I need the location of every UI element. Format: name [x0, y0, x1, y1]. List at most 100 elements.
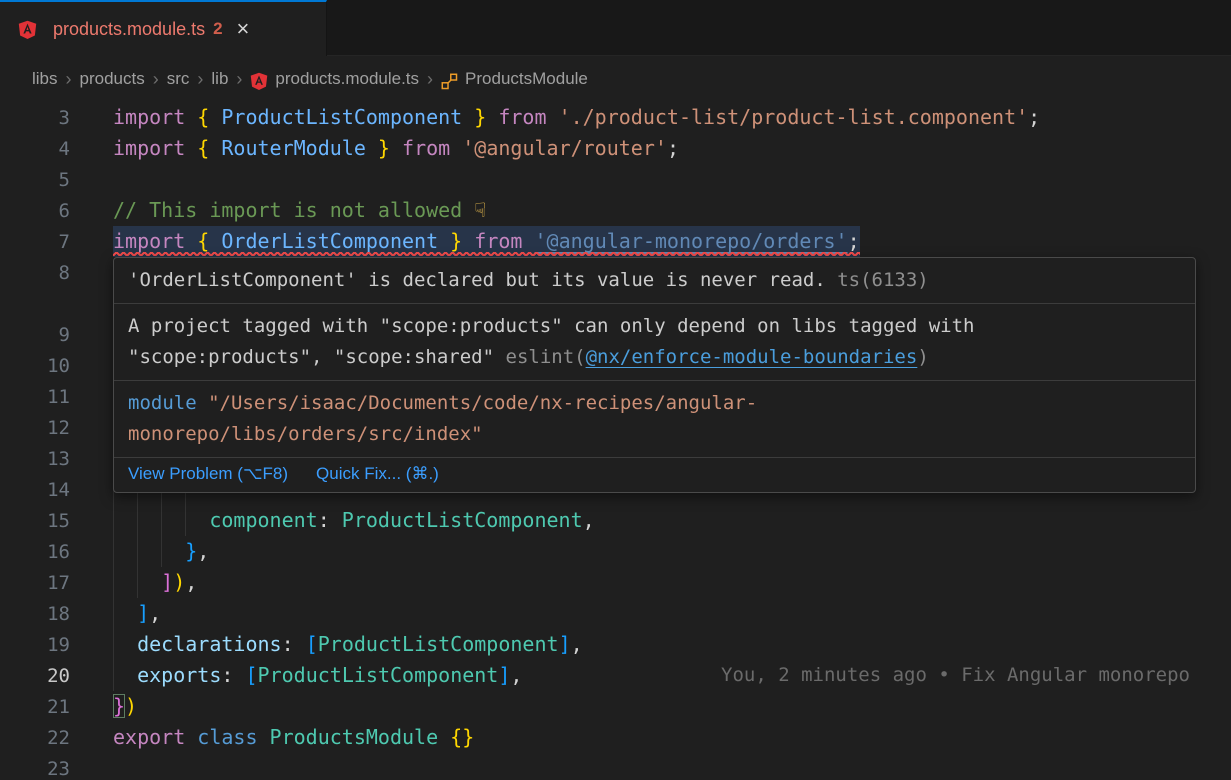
line-content: [113, 164, 1231, 195]
code-token: ,: [185, 570, 197, 594]
code-token: }: [366, 136, 390, 160]
tab-error-count-badge: 2: [213, 19, 222, 39]
breadcrumb-item-libs[interactable]: libs: [32, 69, 58, 89]
quick-fix-action[interactable]: Quick Fix... (⌘.): [316, 464, 439, 484]
code-token: :: [221, 663, 245, 687]
indent-guide: [113, 660, 114, 691]
code-line-6: 6 // This import is not allowed ☟: [0, 195, 1231, 226]
indent-guide: [113, 536, 114, 567]
module-path-line2: monorepo/libs/orders/src/index": [128, 423, 483, 445]
line-number: 6: [0, 200, 70, 222]
line-number: 22: [0, 727, 70, 749]
indentation: [113, 601, 137, 625]
code-token: {}: [450, 725, 474, 749]
diagnostic-eslint-line1: A project tagged with "scope:products" c…: [128, 315, 974, 337]
code-token: class: [197, 725, 269, 749]
tab-bar: products.module.ts 2 ×: [0, 0, 1231, 56]
breadcrumb-item-lib[interactable]: lib: [211, 69, 228, 89]
breadcrumb-item-products[interactable]: products: [80, 69, 145, 89]
vscode-window: products.module.ts 2 × libs›products›src…: [0, 0, 1231, 780]
indent-guide: [161, 536, 162, 567]
breadcrumb-separator: ›: [419, 69, 441, 90]
code-line-16: 16 },: [0, 536, 1231, 567]
code-token: }: [185, 539, 197, 563]
code-token: from: [462, 229, 534, 253]
code-line-21: 21}): [0, 691, 1231, 722]
line-number: 4: [0, 138, 70, 160]
line-content: exports: [ProductListComponent],You, 2 m…: [113, 660, 1231, 691]
indent-guide: [137, 536, 138, 567]
line-number: 10: [0, 355, 70, 377]
code-token: }: [113, 694, 125, 718]
diagnostic-eslint: A project tagged with "scope:products" c…: [114, 304, 1195, 380]
code-token: ☟: [474, 198, 486, 222]
editor[interactable]: 3import { ProductListComponent } from '.…: [0, 102, 1231, 780]
code-token: ,: [510, 663, 522, 687]
code-token: from: [486, 105, 558, 129]
code-token: ,: [571, 632, 583, 656]
code-line-5: 5: [0, 164, 1231, 195]
line-number: 14: [0, 479, 70, 501]
line-number: 16: [0, 541, 70, 563]
diagnostic-ts: 'OrderListComponent' is declared but its…: [114, 258, 1195, 303]
line-content: export class ProductsModule {}: [113, 722, 1231, 753]
breadcrumb-separator: ›: [145, 69, 167, 90]
code-token: ,: [149, 601, 161, 625]
eslint-rule-link[interactable]: @nx/enforce-module-boundaries: [586, 346, 918, 368]
indentation: [113, 632, 137, 656]
view-problem-action[interactable]: View Problem (⌥F8): [128, 464, 288, 484]
code-token: {: [197, 105, 221, 129]
breadcrumb-item-src[interactable]: src: [167, 69, 190, 89]
breadcrumb-item-products.module.ts[interactable]: products.module.ts: [275, 69, 419, 89]
line-number: 9: [0, 324, 70, 346]
indent-guide: [161, 505, 162, 536]
code-line-15: 15 component: ProductListComponent,: [0, 505, 1231, 536]
line-content: declarations: [ProductListComponent],: [113, 629, 1231, 660]
code-token: RouterModule: [221, 136, 366, 160]
line-content: ],: [113, 598, 1231, 629]
indent-guide: [113, 598, 114, 629]
indentation: [113, 539, 185, 563]
error-squiggle: [113, 252, 860, 256]
code-token: './product-list/product-list.component': [559, 105, 1029, 129]
tab-title: products.module.ts: [53, 19, 205, 40]
class-icon: [441, 73, 458, 90]
code-token: }: [462, 105, 486, 129]
indent-guide: [113, 629, 114, 660]
hover-actions: View Problem (⌥F8) Quick Fix... (⌘.): [114, 458, 1195, 492]
eslint-source-suffix: ): [917, 346, 928, 368]
tab-products-module[interactable]: products.module.ts 2 ×: [0, 0, 327, 56]
code-token: ): [173, 570, 185, 594]
module-keyword: module: [128, 392, 208, 414]
diagnostic-eslint-line2: "scope:products", "scope:shared": [128, 346, 506, 368]
code-token: declarations: [137, 632, 282, 656]
code-line-17: 17 ]),: [0, 567, 1231, 598]
code-token: ]: [137, 601, 149, 625]
line-number: 12: [0, 417, 70, 439]
line-content: }): [113, 691, 1231, 722]
code-token: }: [438, 229, 462, 253]
line-content: },: [113, 536, 1231, 567]
line-number: 15: [0, 510, 70, 532]
line-number: 23: [0, 758, 70, 780]
code-line-7: 7import { OrderListComponent } from '@an…: [0, 226, 1231, 257]
code-line-4: 4import { RouterModule } from '@angular/…: [0, 133, 1231, 164]
breadcrumb-item-productsmodule[interactable]: ProductsModule: [465, 69, 588, 89]
code-token: OrderListComponent: [221, 229, 438, 253]
code-token: from: [390, 136, 462, 160]
code-token: ): [125, 694, 137, 718]
angular-icon: [18, 20, 37, 39]
line-content: import { OrderListComponent } from '@ang…: [113, 226, 1231, 257]
line-content: // This import is not allowed ☟: [113, 195, 1231, 226]
close-icon[interactable]: ×: [237, 18, 250, 40]
code-token: ;: [848, 229, 860, 253]
line-content: [113, 753, 1231, 780]
line-content: import { ProductListComponent } from './…: [113, 102, 1231, 133]
code-line-3: 3import { ProductListComponent } from '.…: [0, 102, 1231, 133]
hover-popup: 'OrderListComponent' is declared but its…: [113, 257, 1196, 493]
code-token: {: [197, 136, 221, 160]
line-number: 8: [0, 262, 70, 284]
code-token: component: [209, 508, 317, 532]
indentation: [113, 663, 137, 687]
code-token: ProductListComponent: [258, 663, 499, 687]
